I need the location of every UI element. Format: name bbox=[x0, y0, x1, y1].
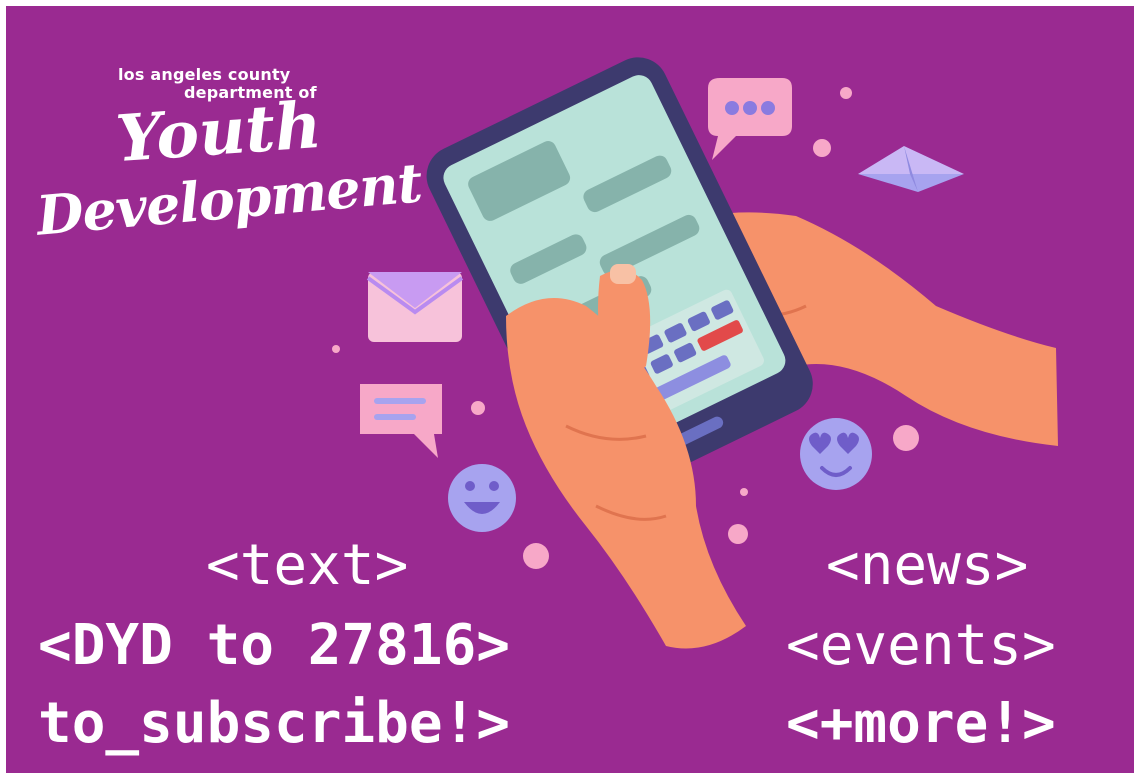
decor-dot bbox=[523, 543, 549, 569]
decor-dot bbox=[813, 139, 831, 157]
paper-plane-icon bbox=[858, 146, 964, 192]
caption-news: <news> bbox=[826, 533, 1029, 598]
typing-bubble-icon bbox=[708, 78, 792, 160]
caption-events: <events> bbox=[786, 613, 1056, 678]
dyd-logo: los angeles county department of Youth D… bbox=[34, 64, 424, 264]
envelope-icon bbox=[366, 272, 464, 342]
decor-dot bbox=[740, 488, 748, 496]
decor-dot bbox=[471, 401, 485, 415]
caption-subscribe-code: <DYD to 27816> bbox=[38, 613, 511, 678]
decor-dot bbox=[893, 425, 919, 451]
caption-to-subscribe: to_subscribe!> bbox=[38, 691, 511, 756]
decor-dot bbox=[728, 524, 748, 544]
logo-county-text: los angeles county bbox=[118, 65, 291, 84]
heart-eyes-icon bbox=[800, 418, 872, 490]
decor-dot bbox=[332, 345, 340, 353]
chat-bubble-icon bbox=[360, 384, 442, 458]
caption-text: <text> bbox=[206, 533, 409, 598]
smiley-icon bbox=[448, 464, 516, 532]
decor-dot bbox=[840, 87, 852, 99]
promo-card: los angeles county department of Youth D… bbox=[6, 6, 1134, 773]
caption-more: <+more!> bbox=[786, 691, 1056, 756]
